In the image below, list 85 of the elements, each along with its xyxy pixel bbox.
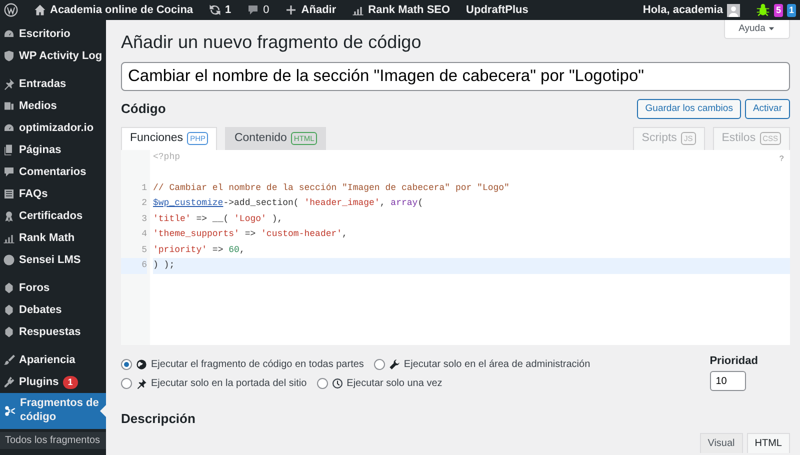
sidebar-item[interactable]: Foros [0, 277, 106, 299]
sidebar-item[interactable]: Comentarios [0, 161, 106, 183]
plug-icon [3, 376, 15, 388]
clock-icon [332, 378, 343, 389]
radio-button[interactable] [316, 378, 328, 389]
pages-icon [3, 144, 15, 156]
sidebar-item[interactable]: Rank Math [0, 227, 106, 249]
help-mark[interactable]: ? [779, 154, 784, 166]
sidebar-item[interactable]: FAQs [0, 183, 106, 205]
award-icon [3, 210, 15, 222]
backup-link[interactable]: UpdraftPlus [466, 2, 528, 18]
gauge-icon [3, 122, 15, 134]
line-number: 6 [121, 258, 147, 274]
scope-option[interactable]: Ejecutar el fragmento de código en todas partes [121, 356, 364, 373]
page-title: Añadir un nuevo fragmento de código [121, 31, 422, 54]
code-line: 'priority' => 60, [153, 244, 246, 257]
bug-icon [756, 3, 770, 17]
sidebar-item[interactable]: WP Activity Log [0, 45, 106, 67]
wrench-icon [388, 359, 400, 370]
chart-icon [352, 4, 364, 16]
sidebar-item[interactable]: Páginas [0, 139, 106, 161]
scope-option[interactable]: Ejecutar solo una vez [316, 376, 442, 392]
updates-link[interactable]: 1 [209, 2, 232, 18]
priority-field[interactable]: 10 [710, 371, 746, 392]
list-icon [3, 188, 15, 200]
sidebar-item[interactable]: Debates [0, 299, 106, 321]
sidebar-item[interactable]: optimizador.io [0, 117, 106, 139]
code-prefix: <?php [153, 152, 180, 162]
sidebar-item[interactable]: Sensei LMS [0, 249, 106, 271]
home-icon [34, 4, 46, 16]
count-badge: 1 [62, 376, 78, 388]
comments-link[interactable]: 0 [247, 2, 270, 18]
seo-link[interactable]: Rank Math SEO [352, 2, 450, 18]
chart-icon [3, 232, 15, 244]
scope-option[interactable]: Ejecutar solo en el área de administración [374, 356, 590, 373]
sidebar-item[interactable]: Plugins 1 [0, 371, 106, 393]
circle-icon [3, 254, 15, 266]
line-number: 4 [140, 228, 147, 242]
wordpress-logo [4, 3, 18, 17]
help-button[interactable]: Ayuda [724, 20, 790, 40]
sidebar-item[interactable]: Apariencia [0, 349, 106, 371]
sidebar-item[interactable]: Respuestas [0, 321, 106, 343]
line-number: 5 [140, 244, 147, 257]
comment-icon [3, 166, 15, 178]
pin-icon [3, 78, 15, 90]
sidebar-item[interactable]: Fragmentos de código [0, 393, 106, 428]
radio-button[interactable] [121, 359, 132, 370]
sidebar-item[interactable]: Entradas [0, 73, 106, 95]
notification-count[interactable]: 5 [774, 4, 783, 16]
scope-option[interactable]: Ejecutar solo en la portada del sitio [121, 376, 307, 392]
scissors-icon [4, 404, 16, 417]
avatar-icon [726, 4, 740, 16]
site-link[interactable]: Academia online de Cocina [34, 2, 194, 18]
mode-tab[interactable]: HTML [746, 432, 790, 453]
code-line: // Cambiar el nombre de la sección "Imagen de cabecera" por "Logo" [153, 182, 510, 195]
sidebar-item[interactable]: Medios [0, 95, 106, 117]
globe-icon [136, 359, 147, 370]
section-heading: Código [121, 100, 167, 117]
account-link[interactable]: Hola, academia [642, 2, 740, 18]
brush-icon [3, 354, 15, 366]
caret-icon [768, 24, 775, 32]
shield-icon [3, 50, 15, 62]
gauge-icon [3, 28, 15, 40]
refresh-icon [209, 4, 222, 16]
line-number: 3 [140, 212, 147, 226]
media-icon [3, 100, 15, 112]
priority-label: Prioridad [710, 354, 758, 369]
mode-tab[interactable]: Visual [700, 432, 743, 453]
code-line: 'title' => __( 'Logo' ), [153, 212, 284, 226]
radio-button[interactable] [374, 359, 385, 370]
plus-icon [285, 4, 298, 16]
sidebar-item[interactable]: Escritorio [0, 23, 106, 45]
line-number: 1 [140, 182, 147, 195]
action-button[interactable]: Guardar los cambios [637, 98, 741, 119]
sidebar-item[interactable]: Certificados [0, 205, 106, 227]
title-field[interactable]: Cambiar el nombre de la sección "Imagen de cabecera" por "Logotipo" [121, 62, 790, 91]
comment-icon [247, 4, 260, 16]
section-heading: Descripción [121, 411, 196, 427]
code-line: 'theme_supports' => 'custom-header', [153, 228, 348, 242]
new-link[interactable]: Añadir [285, 2, 336, 18]
radio-button[interactable] [121, 378, 132, 389]
pin-icon [136, 378, 147, 389]
action-button[interactable]: Activar [744, 98, 790, 119]
code-line: $wp_customize->add_section( 'header_image', array( [153, 197, 424, 210]
line-number: 2 [140, 197, 147, 210]
